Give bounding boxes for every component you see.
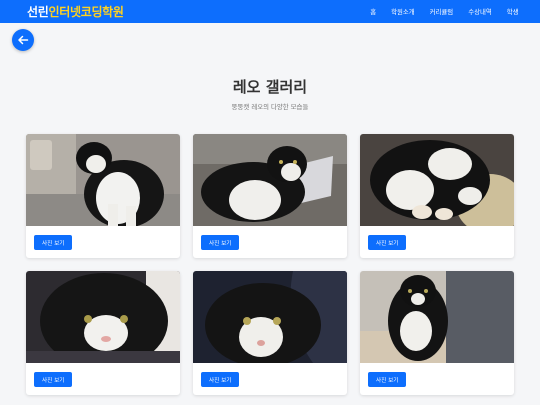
brand-logo[interactable]: 선린인터넷코딩학원 — [27, 3, 124, 20]
nav-item-about[interactable]: 학원소개 — [384, 7, 423, 16]
brand-name-first: 선린 — [27, 5, 49, 19]
view-photo-button[interactable]: 사진 보기 — [368, 235, 407, 250]
nav-item-awards[interactable]: 수상내역 — [461, 7, 500, 16]
gallery-card: 사진 보기 — [26, 271, 180, 395]
gallery-card: 사진 보기 — [193, 134, 347, 258]
gallery-card: 사진 보기 — [26, 134, 180, 258]
nav-item-home[interactable]: 홈 — [363, 7, 384, 16]
view-photo-button[interactable]: 사진 보기 — [201, 372, 240, 387]
cat-photo[interactable] — [360, 134, 514, 226]
view-photo-button[interactable]: 사진 보기 — [368, 372, 407, 387]
main-nav: 홈 학원소개 커리큘럼 수상내역 학생 — [363, 7, 526, 16]
gallery-card: 사진 보기 — [360, 134, 514, 258]
view-photo-button[interactable]: 사진 보기 — [34, 235, 73, 250]
arrow-left-icon — [18, 35, 29, 45]
cat-photo[interactable] — [360, 271, 514, 363]
view-photo-button[interactable]: 사진 보기 — [201, 235, 240, 250]
cat-photo[interactable] — [26, 271, 180, 363]
cat-photo[interactable] — [193, 271, 347, 363]
photo-gallery: 사진 보기 사진 보기 사진 보기 사진 보기 사진 보기 사진 보기 — [26, 134, 514, 395]
brand-name-highlight: 인터넷코딩학원 — [48, 5, 124, 19]
gallery-card: 사진 보기 — [193, 271, 347, 395]
page-title: 레오 갤러리 — [232, 78, 308, 96]
back-button[interactable] — [12, 29, 34, 51]
page-subtitle: 뚱뚱캣 레오의 다양한 모습들 — [231, 103, 309, 111]
top-navbar: 선린인터넷코딩학원 홈 학원소개 커리큘럼 수상내역 학생 — [0, 0, 540, 23]
nav-item-students[interactable]: 학생 — [499, 7, 526, 16]
view-photo-button[interactable]: 사진 보기 — [34, 372, 73, 387]
cat-photo[interactable] — [193, 134, 347, 226]
gallery-card: 사진 보기 — [360, 271, 514, 395]
cat-photo[interactable] — [26, 134, 180, 226]
nav-item-curriculum[interactable]: 커리큘럼 — [422, 7, 461, 16]
